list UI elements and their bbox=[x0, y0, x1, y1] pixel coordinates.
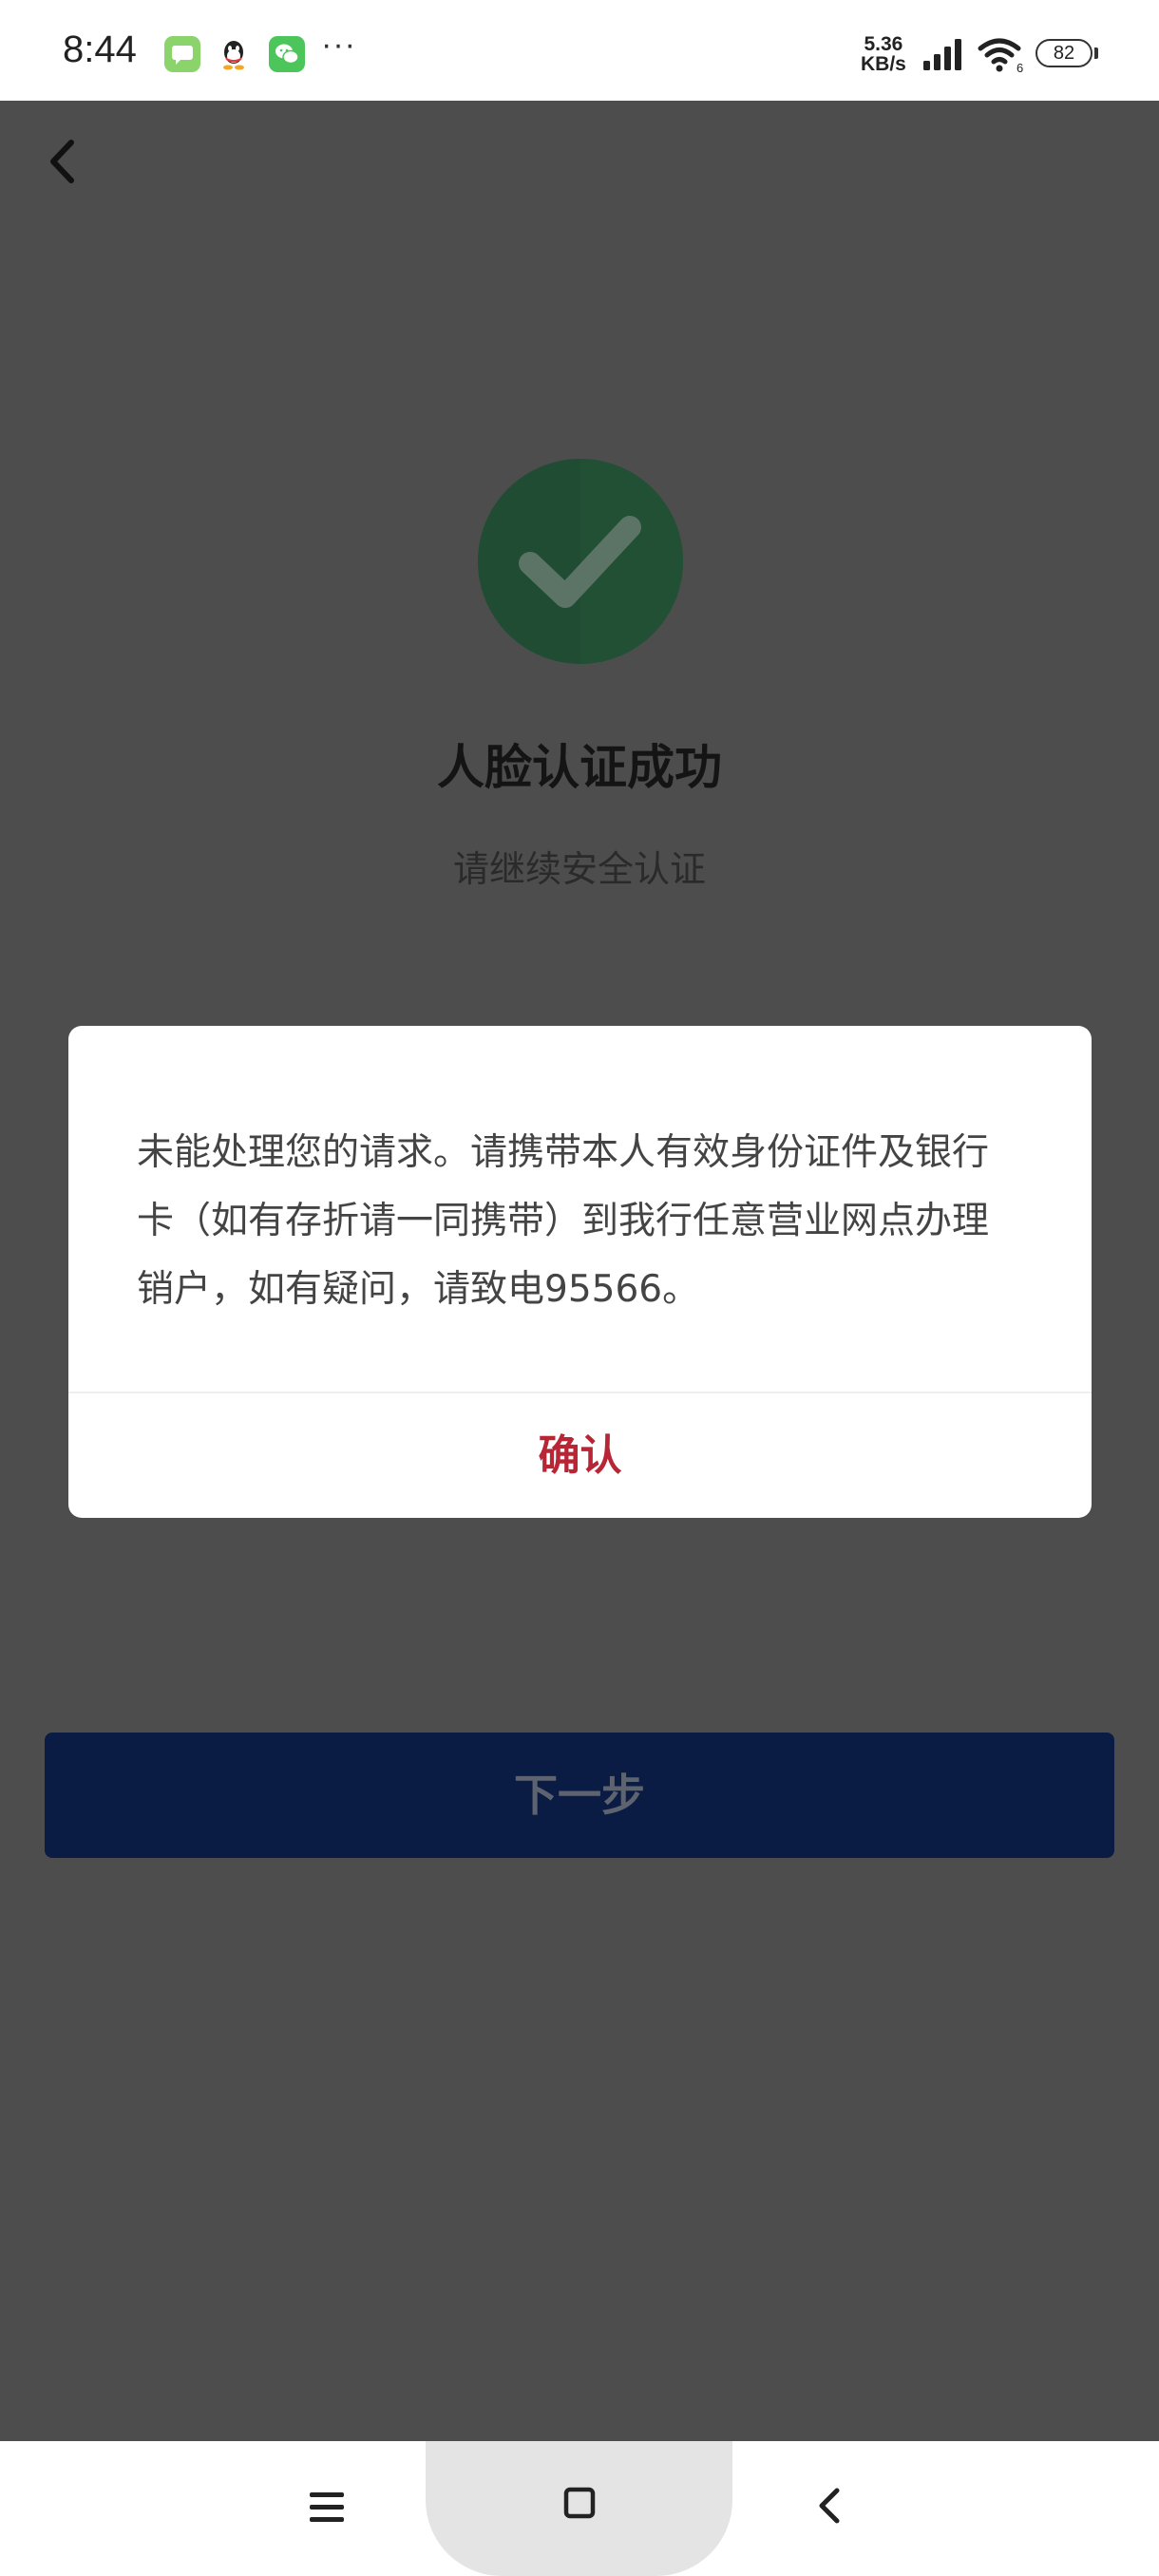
network-speed-value: 5.36 bbox=[864, 33, 903, 55]
chevron-left-icon bbox=[50, 140, 74, 183]
back-icon[interactable] bbox=[813, 2485, 847, 2527]
wifi-icon: 6 bbox=[977, 36, 1026, 75]
alert-dialog: 未能处理您的请求。请携带本人有效身份证件及银行卡（如有存折请一同携带）到我行任意… bbox=[68, 1026, 1092, 1518]
menu-icon[interactable] bbox=[306, 2487, 348, 2529]
check-circle-icon bbox=[478, 459, 683, 664]
svg-text:6: 6 bbox=[1016, 61, 1023, 74]
message-icon bbox=[164, 36, 200, 72]
confirm-button[interactable]: 确认 bbox=[68, 1393, 1092, 1518]
battery-tip bbox=[1094, 47, 1098, 59]
more-notifications-icon: ··· bbox=[321, 27, 356, 63]
network-speed: 5.36 KB/s bbox=[861, 34, 906, 74]
qq-icon bbox=[216, 36, 252, 72]
battery-icon: 82 bbox=[1036, 39, 1092, 67]
next-step-button[interactable]: 下一步 bbox=[45, 1733, 1114, 1858]
page-subtitle: 请继续安全认证 bbox=[452, 848, 706, 890]
page-title: 人脸认证成功 bbox=[437, 740, 722, 795]
back-button[interactable] bbox=[38, 129, 95, 196]
home-icon[interactable] bbox=[562, 2486, 597, 2520]
status-bar: 8:44 ··· 5.36 KB/s 6 82 bbox=[0, 0, 1159, 101]
signal-icon bbox=[922, 36, 967, 72]
network-speed-unit: KB/s bbox=[861, 53, 906, 75]
wechat-icon bbox=[269, 36, 305, 72]
dialog-message: 未能处理您的请求。请携带本人有效身份证件及银行卡（如有存折请一同携带）到我行任意… bbox=[137, 1131, 990, 1311]
status-time: 8:44 bbox=[63, 28, 137, 70]
navigation-bar bbox=[0, 2441, 1159, 2576]
